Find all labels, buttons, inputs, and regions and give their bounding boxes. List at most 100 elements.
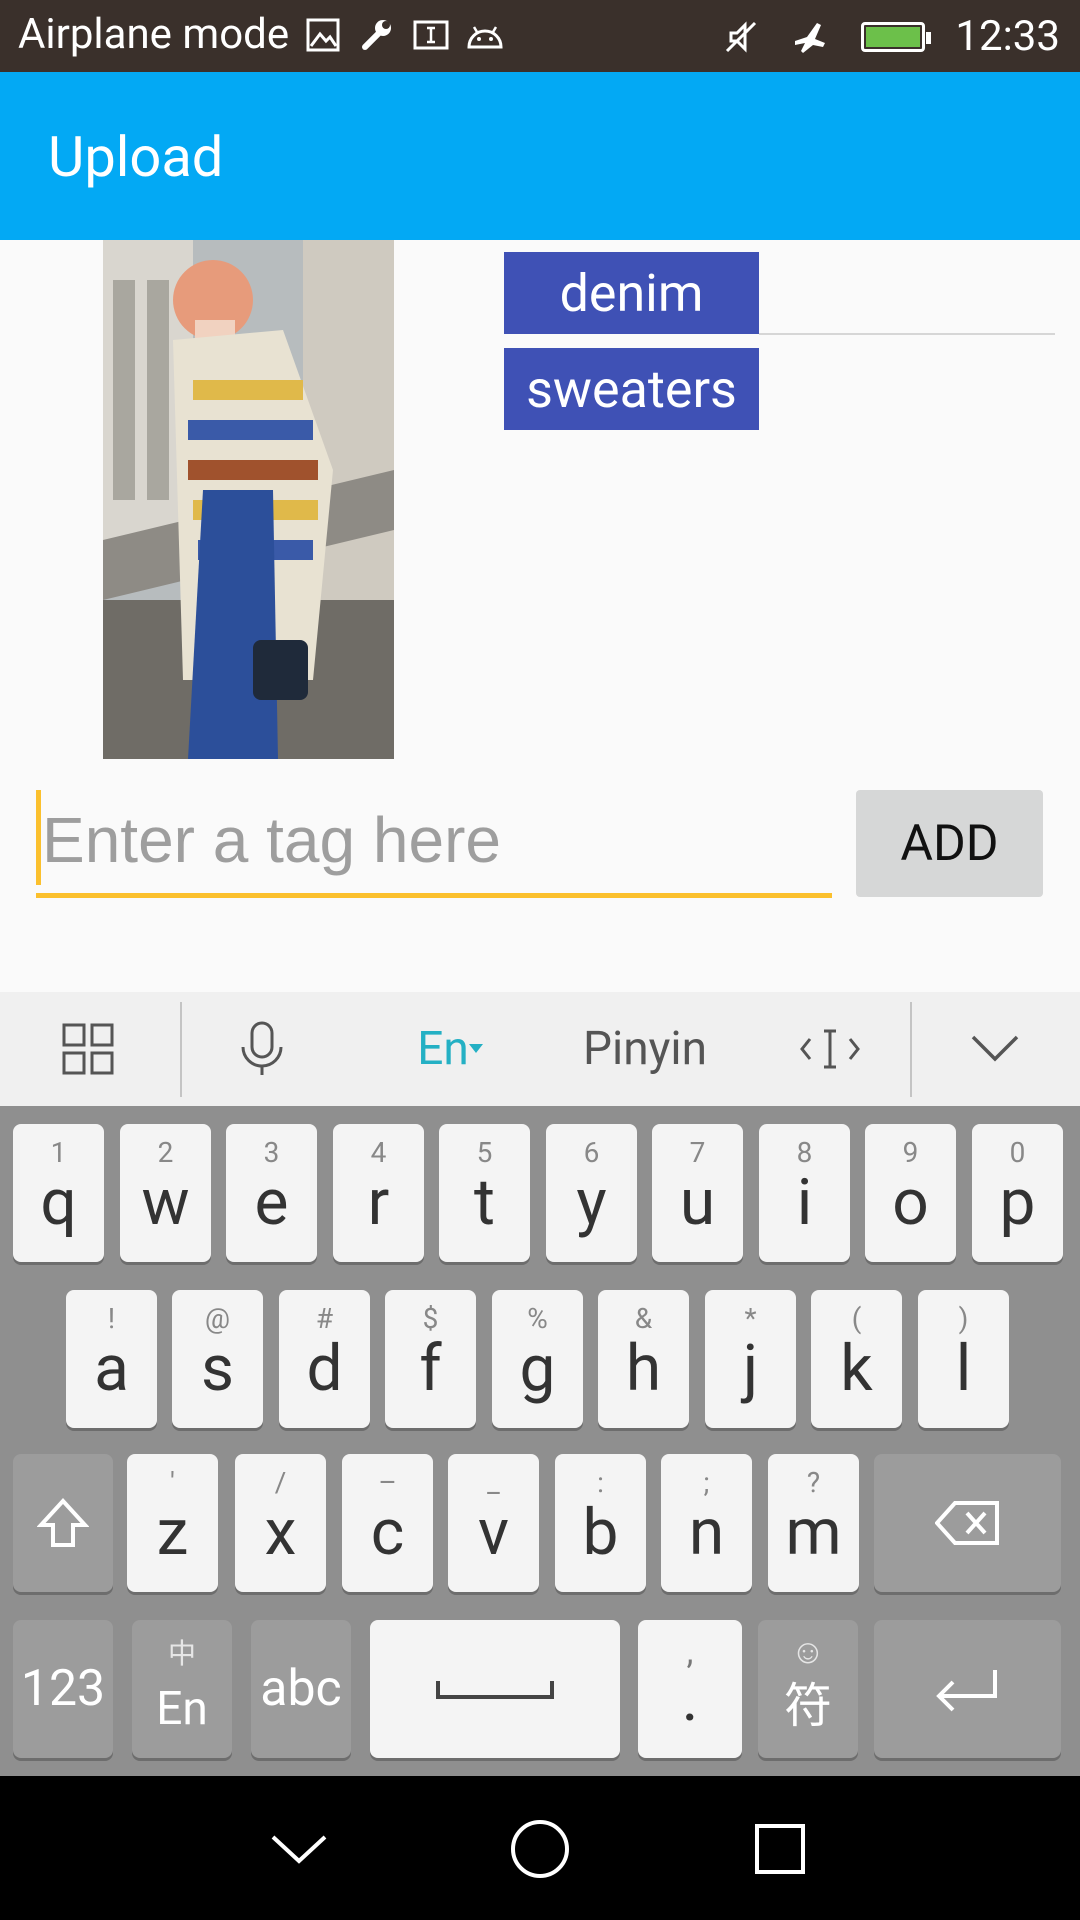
key-t[interactable]: 5t <box>439 1124 530 1262</box>
key-label: En <box>156 1682 208 1736</box>
abc-key[interactable]: abc <box>251 1620 351 1758</box>
key-w[interactable]: 2w <box>120 1124 211 1262</box>
key-g[interactable]: % g <box>492 1290 583 1428</box>
key-m[interactable]: ? m <box>768 1454 859 1592</box>
key-label: k <box>840 1331 873 1406</box>
key-label: x <box>264 1495 297 1570</box>
backspace-key[interactable] <box>874 1454 1061 1592</box>
period-key[interactable]: , . <box>638 1620 742 1758</box>
tag-input[interactable] <box>42 790 822 890</box>
dropdown-arrow-icon <box>468 1044 483 1053</box>
mute-icon <box>721 17 761 57</box>
key-label: b <box>582 1495 619 1570</box>
key-f[interactable]: $ f <box>385 1290 476 1428</box>
tag-label: denim <box>559 262 704 324</box>
symbols-key[interactable]: ☺ 符 <box>758 1620 858 1758</box>
back-chevron-icon[interactable] <box>264 1814 334 1884</box>
key-label: e <box>254 1165 289 1240</box>
key-x[interactable]: / x <box>235 1454 326 1592</box>
key-a[interactable]: ! a <box>66 1290 157 1428</box>
key-label: . <box>681 1661 699 1736</box>
key-label: a <box>94 1331 129 1406</box>
key-label: v <box>478 1495 509 1570</box>
divider <box>759 333 1055 335</box>
enter-icon <box>935 1670 997 1712</box>
space-key[interactable] <box>370 1620 620 1758</box>
key-d[interactable]: # d <box>279 1290 370 1428</box>
key-p[interactable]: 0p <box>972 1124 1063 1262</box>
key-label: 符 <box>783 1677 832 1734</box>
shift-key[interactable] <box>13 1454 113 1592</box>
add-button[interactable]: ADD <box>856 790 1043 897</box>
wrench-icon <box>357 15 397 55</box>
keyboard-toolbar: En Pinyin <box>0 992 1080 1106</box>
tag-chip[interactable]: denim <box>504 252 759 334</box>
page-title: Upload <box>48 124 224 190</box>
key-label: w <box>141 1165 190 1240</box>
key-h[interactable]: & h <box>598 1290 689 1428</box>
divider <box>180 1002 182 1097</box>
numbers-key[interactable]: 123 <box>13 1620 113 1758</box>
key-label: r <box>367 1165 390 1240</box>
airplane-icon <box>791 17 831 57</box>
language-en-label: En <box>417 1022 469 1076</box>
key-label: m <box>785 1495 842 1570</box>
language-en-tab[interactable]: En <box>400 992 500 1106</box>
app-bar: Upload <box>0 72 1080 240</box>
key-r[interactable]: 4r <box>333 1124 424 1262</box>
airplane-mode-label: Airplane mode <box>18 10 290 59</box>
clock: 12:33 <box>955 12 1060 61</box>
key-label: o <box>892 1165 929 1240</box>
shift-arrow-icon <box>37 1498 89 1547</box>
key-label: n <box>688 1495 725 1570</box>
key-label: j <box>742 1331 759 1406</box>
key-i[interactable]: 8i <box>759 1124 850 1262</box>
key-label: l <box>955 1331 972 1406</box>
hide-keyboard-chevron-icon[interactable] <box>960 992 1030 1106</box>
key-label: z <box>156 1495 189 1570</box>
key-label: u <box>679 1165 716 1240</box>
home-circle-icon[interactable] <box>505 1814 575 1884</box>
tag-chip[interactable]: sweaters <box>504 348 759 430</box>
language-pinyin-tab[interactable]: Pinyin <box>565 992 725 1106</box>
key-v[interactable]: _ v <box>448 1454 539 1592</box>
key-label: i <box>796 1165 813 1240</box>
key-z[interactable]: ' z <box>127 1454 218 1592</box>
key-s[interactable]: @ s <box>172 1290 263 1428</box>
numbers-key-label: 123 <box>20 1660 106 1718</box>
cursor-move-icon[interactable] <box>790 992 870 1106</box>
key-q[interactable]: 1q <box>13 1124 104 1262</box>
divider <box>910 1002 912 1097</box>
key-u[interactable]: 7u <box>652 1124 743 1262</box>
tag-label: sweaters <box>526 358 737 420</box>
microphone-icon[interactable] <box>220 992 304 1106</box>
key-b[interactable]: :b <box>555 1454 646 1592</box>
key-label: q <box>40 1165 77 1240</box>
key-label: y <box>576 1165 607 1240</box>
key-l[interactable]: ) l <box>918 1290 1009 1428</box>
status-bar: Airplane mode 12:33 <box>0 0 1080 72</box>
key-label: p <box>999 1165 1036 1240</box>
key-o[interactable]: 9o <box>865 1124 956 1262</box>
key-k[interactable]: (k <box>811 1290 902 1428</box>
key-j[interactable]: * j <box>705 1290 796 1428</box>
enter-key[interactable] <box>874 1620 1061 1758</box>
key-label: s <box>200 1331 235 1406</box>
key-label: g <box>519 1331 556 1406</box>
navigation-bar <box>0 1776 1080 1920</box>
key-e[interactable]: 3e <box>226 1124 317 1262</box>
text-icon <box>411 15 451 55</box>
abc-key-label: abc <box>260 1660 342 1718</box>
key-y[interactable]: 6y <box>546 1124 637 1262</box>
key-c[interactable]: – c <box>342 1454 433 1592</box>
key-secondary: 中 <box>167 1637 196 1670</box>
gallery-icon <box>303 15 343 55</box>
space-bar-icon <box>436 1681 554 1699</box>
language-switch-key[interactable]: 中 En <box>132 1620 232 1758</box>
apps-grid-icon[interactable] <box>40 992 136 1106</box>
recents-square-icon[interactable] <box>745 1814 815 1884</box>
key-label: c <box>370 1495 405 1570</box>
key-label: f <box>419 1331 442 1406</box>
key-n[interactable]: ; n <box>661 1454 752 1592</box>
uploaded-photo <box>103 240 394 759</box>
